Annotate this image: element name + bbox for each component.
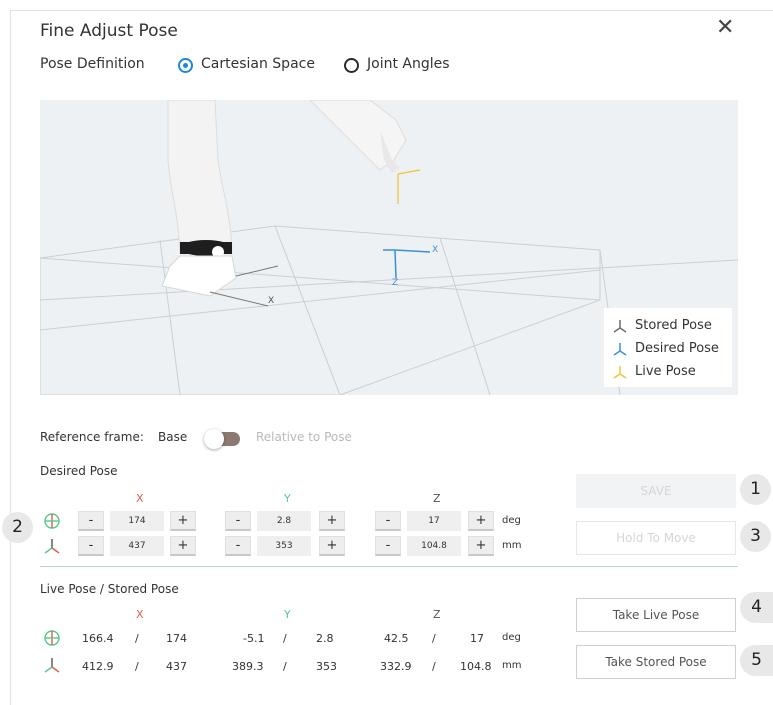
- pose-definition-label: Pose Definition: [40, 56, 145, 72]
- rotation-x-increment[interactable]: +: [170, 511, 196, 531]
- robot-arm: [161, 100, 407, 307]
- live-col-x: X: [136, 608, 144, 621]
- position-y-increment[interactable]: +: [319, 536, 345, 556]
- position-z-input[interactable]: 104.8: [407, 536, 461, 556]
- separator: /: [432, 632, 436, 645]
- desired-col-z: Z: [433, 492, 441, 505]
- rotation-x-input[interactable]: 174: [110, 511, 164, 531]
- rotation-z-decrement[interactable]: -: [375, 511, 401, 531]
- axis-label-x: X: [268, 296, 275, 306]
- rotation-x-decrement[interactable]: -: [78, 511, 104, 531]
- live-position-y: 389.3: [232, 660, 264, 673]
- stored-position-y: 353: [316, 660, 337, 673]
- reference-frame-toggle[interactable]: [204, 429, 240, 449]
- desired-axis-label-x: X: [432, 245, 439, 255]
- toggle-knob[interactable]: [204, 429, 224, 449]
- take-live-pose-button[interactable]: Take Live Pose: [576, 598, 736, 632]
- rotation-globe-icon: [44, 513, 60, 529]
- legend-live-pose: Live Pose: [612, 360, 726, 383]
- stored-pose-tripod-icon: [613, 319, 627, 333]
- reference-frame-base-label: Base: [158, 430, 188, 444]
- live-rotation-x: 166.4: [82, 632, 114, 645]
- position-z-increment[interactable]: +: [468, 536, 494, 556]
- close-icon[interactable]: ✕: [716, 17, 734, 39]
- separator: /: [283, 660, 287, 673]
- rotation-y-increment[interactable]: +: [319, 511, 345, 531]
- reference-frame-label: Reference frame:: [40, 430, 144, 444]
- rotation-y-decrement[interactable]: -: [225, 511, 251, 531]
- hold-to-move-button[interactable]: Hold To Move: [576, 521, 736, 555]
- pose-legend: Stored Pose Desired Pose Live Pose: [604, 308, 732, 387]
- radio-cartesian-space[interactable]: [178, 58, 193, 73]
- callout-badge-2: 2: [2, 512, 33, 543]
- dialog-title: Fine Adjust Pose: [40, 21, 178, 41]
- position-z-decrement[interactable]: -: [375, 536, 401, 556]
- live-col-y: Y: [284, 608, 291, 621]
- position-y-decrement[interactable]: -: [225, 536, 251, 556]
- callout-badge-1: 1: [740, 474, 771, 505]
- legend-stored-pose: Stored Pose: [612, 314, 726, 337]
- rotation-unit: deg: [502, 515, 521, 526]
- live-rotation-unit: deg: [502, 632, 521, 643]
- axes-tripod-icon: [44, 658, 60, 673]
- radio-label-joint-angles[interactable]: Joint Angles: [367, 56, 450, 72]
- live-stored-title: Live Pose / Stored Pose: [40, 582, 179, 596]
- axes-tripod-icon: [44, 539, 60, 554]
- position-y-input[interactable]: 353: [257, 536, 311, 556]
- legend-label-stored-pose: Stored Pose: [635, 318, 712, 333]
- rotation-z-increment[interactable]: +: [468, 511, 494, 531]
- live-position-unit: mm: [502, 660, 522, 671]
- live-rotation-z: 42.5: [384, 632, 409, 645]
- desired-col-y: Y: [284, 492, 291, 505]
- separator: /: [283, 632, 287, 645]
- section-divider: [40, 566, 738, 567]
- rotation-z-input[interactable]: 17: [407, 511, 461, 531]
- position-x-increment[interactable]: +: [170, 536, 196, 556]
- live-position-z: 332.9: [380, 660, 412, 673]
- separator: /: [135, 632, 139, 645]
- callout-badge-3: 3: [740, 521, 771, 552]
- position-x-decrement[interactable]: -: [78, 536, 104, 556]
- separator: /: [432, 660, 436, 673]
- reference-frame-relative-label: Relative to Pose: [256, 430, 352, 444]
- robot-3d-viewport[interactable]: X X Z Stored Pose Desired Pose Live Pose: [40, 100, 738, 395]
- radio-joint-angles[interactable]: [344, 58, 359, 73]
- desired-col-x: X: [136, 492, 144, 505]
- radio-label-cartesian-space[interactable]: Cartesian Space: [201, 56, 315, 72]
- take-stored-pose-button[interactable]: Take Stored Pose: [576, 645, 736, 679]
- rotation-y-input[interactable]: 2.8: [257, 511, 311, 531]
- callout-badge-4: 4: [740, 592, 773, 623]
- position-x-input[interactable]: 437: [110, 536, 164, 556]
- rotation-globe-icon: [44, 630, 60, 646]
- stored-position-z: 104.8: [460, 660, 492, 673]
- desired-pose-title: Desired Pose: [40, 464, 118, 478]
- desired-pose-tripod-icon: [613, 342, 627, 356]
- save-button[interactable]: SAVE: [576, 474, 736, 508]
- stored-rotation-y: 2.8: [316, 632, 334, 645]
- position-unit: mm: [502, 540, 522, 551]
- stored-position-x: 437: [166, 660, 187, 673]
- callout-badge-5: 5: [740, 645, 773, 676]
- live-pose-tripod-icon: [613, 365, 627, 379]
- live-col-z: Z: [433, 608, 441, 621]
- desired-pose-axes: [383, 249, 431, 279]
- desired-axis-label-z: Z: [392, 278, 399, 288]
- separator: /: [135, 660, 139, 673]
- live-position-x: 412.9: [82, 660, 114, 673]
- stored-rotation-z: 17: [470, 632, 484, 645]
- legend-label-live-pose: Live Pose: [635, 364, 696, 379]
- live-rotation-y: -5.1: [243, 632, 265, 645]
- stored-rotation-x: 174: [166, 632, 187, 645]
- legend-label-desired-pose: Desired Pose: [635, 341, 719, 356]
- live-pose-axes: [397, 169, 421, 204]
- legend-desired-pose: Desired Pose: [612, 337, 726, 360]
